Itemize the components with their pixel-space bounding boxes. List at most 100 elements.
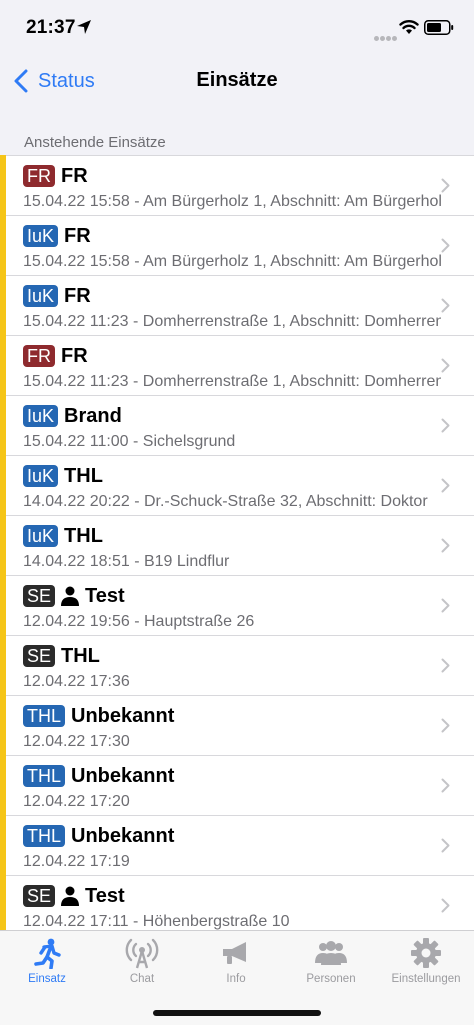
chevron-right-icon <box>441 238 450 253</box>
row-heading: SE Test <box>23 884 125 908</box>
person-icon <box>61 586 80 606</box>
tab-personen[interactable]: Personen <box>284 937 378 993</box>
unit-badge: SE <box>23 585 56 607</box>
row-heading: IuK THL <box>23 524 103 548</box>
unit-badge: FR <box>23 345 55 367</box>
mission-row[interactable]: THL Unbekannt 12.04.22 17:20 <box>0 755 474 815</box>
navigation-bar: Status Einsätze <box>0 56 474 106</box>
mission-row[interactable]: THL Unbekannt 12.04.22 17:30 <box>0 695 474 755</box>
mission-row[interactable]: IuK FR 15.04.22 11:23 - Domherrenstraße 1,… <box>0 275 474 335</box>
chevron-right-icon <box>441 658 450 673</box>
row-subtitle: 12.04.22 17:30 <box>23 733 130 750</box>
status-bar: 21:37 <box>0 0 474 56</box>
mission-row[interactable]: SE Test 12.04.22 19:56 - Hauptstraße 26 <box>0 575 474 635</box>
row-subtitle: 15.04.22 15:58 - Am Bürgerholz 1, Abschn… <box>23 193 441 210</box>
tab-chat[interactable]: Chat <box>95 937 189 993</box>
page-title: Einsätze <box>196 69 278 91</box>
tab-label: Chat <box>129 973 155 985</box>
people-icon <box>315 941 347 965</box>
tab-label: Einstellungen <box>391 973 461 985</box>
unit-badge: IuK <box>23 405 59 427</box>
row-subtitle: 12.04.22 17:20 <box>23 793 130 810</box>
row-heading: IuK FR <box>23 224 91 248</box>
cellular-signal-icon <box>374 28 398 46</box>
row-title: Unbekannt <box>71 764 175 787</box>
row-title: Unbekannt <box>71 704 175 727</box>
row-heading: IuK FR <box>23 284 91 308</box>
tab-einsatz[interactable]: Einsatz <box>0 937 94 993</box>
row-subtitle: 12.04.22 17:19 <box>23 853 130 870</box>
person-icon <box>61 886 80 906</box>
row-title: Unbekannt <box>71 824 175 847</box>
unit-badge: SE <box>23 645 56 667</box>
row-heading: SE Test <box>23 584 125 608</box>
row-title: THL <box>64 524 103 547</box>
row-title: FR <box>64 224 91 247</box>
row-heading: IuK Brand <box>23 404 122 428</box>
row-subtitle: 15.04.22 15:58 - Am Bürgerholz 1, Abschn… <box>23 253 441 270</box>
chevron-right-icon <box>441 838 450 853</box>
home-indicator <box>153 1010 321 1016</box>
tab-label: Personen <box>306 973 356 985</box>
unit-badge: IuK <box>23 285 59 307</box>
mission-row[interactable]: IuK Brand 15.04.22 11:00 - Sichelsgrund <box>0 395 474 455</box>
running-person-icon <box>34 938 61 969</box>
row-title: Brand <box>64 404 122 427</box>
unit-badge: IuK <box>23 225 59 247</box>
row-subtitle: 15.04.22 11:23 - Domherrenstraße 1, Absc… <box>23 373 441 390</box>
chevron-right-icon <box>441 718 450 733</box>
row-subtitle: 15.04.22 11:23 - Domherrenstraße 1, Absc… <box>23 313 441 330</box>
tab-label: Einsatz <box>28 973 66 985</box>
chevron-right-icon <box>441 358 450 373</box>
row-title: THL <box>61 644 100 667</box>
row-heading: THL Unbekannt <box>23 704 174 728</box>
row-heading: IuK THL <box>23 464 103 488</box>
mission-row[interactable]: SE Test 12.04.22 17:11 - Höhenbergstraße 1… <box>0 875 474 930</box>
mission-row[interactable]: THL Unbekannt 12.04.22 17:19 <box>0 815 474 875</box>
row-subtitle: 15.04.22 11:00 - Sichelsgrund <box>23 433 236 450</box>
row-subtitle: 12.04.22 17:36 <box>23 673 130 690</box>
unit-badge: SE <box>23 885 56 907</box>
location-arrow-icon <box>77 20 91 34</box>
mission-list[interactable]: FR FR 15.04.22 15:58 - Am Bürgerholz 1, Ab… <box>0 155 474 930</box>
status-time: 21:37 <box>26 17 76 38</box>
row-heading: FR FR <box>23 164 88 188</box>
row-title: FR <box>64 284 91 307</box>
row-title: THL <box>64 464 103 487</box>
list-accent-bar <box>0 155 6 930</box>
chevron-right-icon <box>441 298 450 313</box>
gear-icon <box>411 938 441 968</box>
chevron-right-icon <box>441 418 450 433</box>
row-title: FR <box>61 164 88 187</box>
mission-row[interactable]: FR FR 15.04.22 11:23 - Domherrenstraße 1, … <box>0 335 474 395</box>
tab-label: Info <box>226 973 246 985</box>
unit-badge: THL <box>23 765 66 787</box>
unit-badge: THL <box>23 825 66 847</box>
tab-einstellungen[interactable]: Einstellungen <box>379 937 473 993</box>
tab-info[interactable]: Info <box>189 937 283 993</box>
unit-badge: IuK <box>23 525 59 547</box>
mission-row[interactable]: SE THL 12.04.22 17:36 <box>0 635 474 695</box>
antenna-icon <box>125 938 159 969</box>
chevron-right-icon <box>441 178 450 193</box>
row-heading: THL Unbekannt <box>23 764 174 788</box>
mission-row[interactable]: IuK THL 14.04.22 18:51 - B19 Lindflur <box>0 515 474 575</box>
row-title: Test <box>85 884 125 907</box>
section-header: Anstehende Einsätze <box>24 134 166 151</box>
row-title: Test <box>85 584 125 607</box>
chevron-right-icon <box>441 538 450 553</box>
row-subtitle: 12.04.22 19:56 - Hauptstraße 26 <box>23 613 255 630</box>
megaphone-icon <box>223 942 246 964</box>
chevron-right-icon <box>441 778 450 793</box>
battery-icon <box>424 20 454 35</box>
mission-row[interactable]: FR FR 15.04.22 15:58 - Am Bürgerholz 1, Ab… <box>0 155 474 215</box>
row-title: FR <box>61 344 88 367</box>
row-subtitle: 14.04.22 20:22 - Dr.-Schuck-Straße 32, A… <box>23 493 428 510</box>
row-heading: SE THL <box>23 644 100 668</box>
mission-row[interactable]: IuK FR 15.04.22 15:58 - Am Bürgerholz 1, A… <box>0 215 474 275</box>
unit-badge: THL <box>23 705 66 727</box>
row-heading: FR FR <box>23 344 88 368</box>
mission-row[interactable]: IuK THL 14.04.22 20:22 - Dr.-Schuck-Straße… <box>0 455 474 515</box>
chevron-right-icon <box>441 478 450 493</box>
row-subtitle: 14.04.22 18:51 - B19 Lindflur <box>23 553 230 570</box>
